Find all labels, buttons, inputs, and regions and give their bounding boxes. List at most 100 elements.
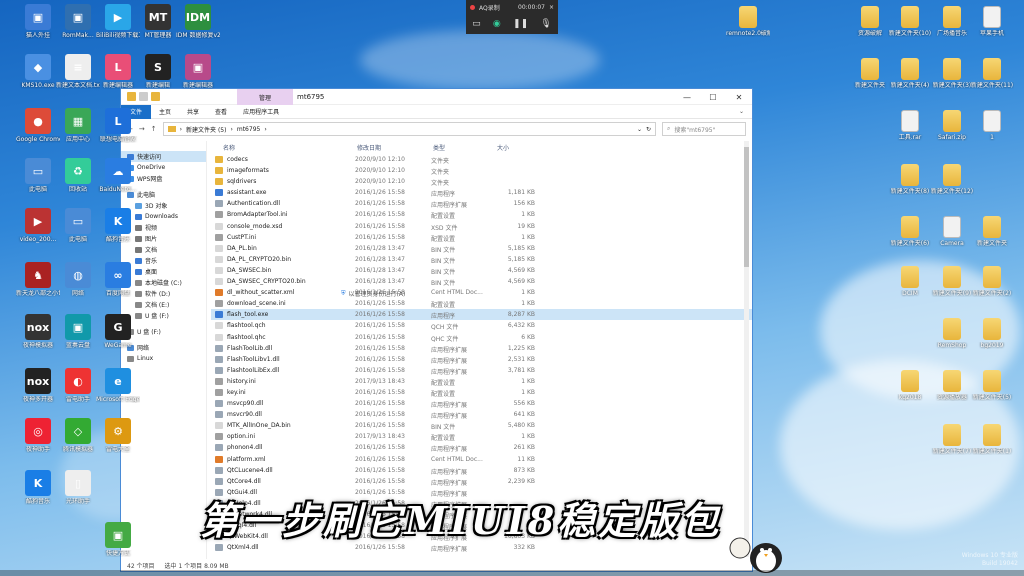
scrollbar-thumb[interactable]	[744, 147, 749, 267]
maximize-icon[interactable]: ☐	[700, 89, 726, 105]
file-row[interactable]: history.ini 2017/9/13 18:43 配置设置 1 KB	[211, 376, 752, 387]
breadcrumb-current[interactable]: mt6795	[237, 126, 260, 133]
desktop-icon[interactable]: 新建文件夹	[970, 216, 1014, 247]
desktop-icon[interactable]: ▶ video_200...	[16, 208, 60, 243]
desktop-icon[interactable]: ▣ 猫人外挂	[16, 4, 60, 39]
file-row[interactable]: flash_tool.exe 2016/1/26 15:58 应用程序 8,287 K…	[211, 309, 752, 321]
desktop-icon[interactable]: ▭ 此电脑	[16, 158, 60, 193]
desktop-icon[interactable]: DCIM	[888, 266, 932, 297]
tab-share[interactable]: 共享	[179, 107, 207, 116]
desktop-icon[interactable]: ∞ 百度网盘	[96, 262, 140, 297]
desktop-icon[interactable]: bg2019	[970, 318, 1014, 349]
column-date[interactable]: 修改日期	[357, 143, 381, 152]
dropdown-icon[interactable]: ⌄	[637, 126, 642, 133]
close-icon[interactable]: ✕	[726, 89, 752, 105]
desktop-icon[interactable]: K 酷狗音乐	[96, 208, 140, 243]
file-row[interactable]: key.ini 2016/1/26 15:58 配置设置 1 KB	[211, 387, 752, 398]
tab-home[interactable]: 主页	[151, 107, 179, 116]
desktop-icon[interactable]: 新建文件夹(6)	[888, 216, 932, 247]
manage-tab[interactable]: 管理	[237, 89, 293, 105]
desktop-icon[interactable]: ◎ 夜神助手	[16, 418, 60, 453]
desktop-icon[interactable]: Safari.zip	[930, 110, 974, 141]
file-row[interactable]: DA_PL.bin 2016/1/28 13:47 BIN 文件 5,185 KB	[211, 243, 752, 254]
file-row[interactable]: flashtool.qhc 2016/1/26 15:58 QHC 文件 6 KB	[211, 332, 752, 343]
run-as-admin-label[interactable]: 以管理员身份运行(A)	[349, 289, 406, 298]
desktop-icon[interactable]: RemShop	[930, 318, 974, 349]
file-row[interactable]: MTK_AllInOne_DA.bin 2016/1/26 15:58 BIN 文件…	[211, 420, 752, 431]
file-row[interactable]: assistant.exe 2016/1/26 15:58 应用程序 1,181 KB	[211, 187, 752, 198]
desktop-icon[interactable]: 资源播放器	[930, 370, 974, 401]
column-size[interactable]: 大小	[497, 143, 533, 152]
file-row[interactable]: imageformats 2020/9/10 12:10 文件夹	[211, 165, 752, 176]
desktop-icon[interactable]: L 新建编辑器	[96, 54, 140, 89]
nav-item[interactable]: Linux	[121, 353, 206, 364]
desktop-icon[interactable]: 广场播音乐	[930, 6, 974, 37]
file-row[interactable]: QtCLucene4.dll 2016/1/26 15:58 应用程序扩展 873 K…	[211, 465, 752, 476]
file-row[interactable]: dl_without_scatter.xml 2016/1/26 15:58 Cen…	[211, 287, 752, 298]
breadcrumb-parent[interactable]: 新建文件夹 (5)	[186, 125, 226, 134]
desktop-icon[interactable]: ≡ 新建文本文档.txt	[56, 54, 100, 89]
desktop-icon[interactable]: ● Google Chrome	[16, 108, 60, 143]
address-bar[interactable]: › 新建文件夹 (5) › mt6795 › ⌄ ↻	[162, 122, 656, 136]
desktop-icon[interactable]: ◇ 腾讯模拟器	[56, 418, 100, 453]
desktop-icon[interactable]: 新建文件夹(8)	[888, 164, 932, 195]
desktop-icon[interactable]: 工具.rar	[888, 110, 932, 141]
desktop-icon[interactable]: 新建文件夹(7)	[930, 424, 974, 455]
desktop-icon[interactable]: MT MT管理器	[136, 4, 180, 39]
column-type[interactable]: 类型	[433, 143, 445, 152]
recorder-screen-icon[interactable]: ▭	[472, 19, 481, 29]
desktop-icon[interactable]: ▯ 光环助手	[56, 470, 100, 505]
desktop-icon[interactable]: 新建文件夹(1)	[970, 424, 1014, 455]
tab-app-tools[interactable]: 应用程序工具	[235, 107, 287, 116]
file-row[interactable]: FlashToolLib.dll 2016/1/26 15:58 应用程序扩展 1,2…	[211, 343, 752, 354]
desktop-icon[interactable]: ▣ RomMak...	[56, 4, 100, 39]
desktop-icon[interactable]: 苹果手机	[970, 6, 1014, 37]
file-row[interactable]: DA_SWSEC_CRYPTO20.bin 2016/1/28 13:47 BIN …	[211, 276, 752, 287]
recorder-close-icon[interactable]: ×	[549, 4, 554, 11]
desktop-icon[interactable]: ♞ 新天龙八部之小世界模拟器	[16, 262, 60, 297]
desktop-icon[interactable]: 1	[970, 110, 1014, 141]
folder-icon[interactable]	[127, 92, 136, 101]
refresh-icon[interactable]: ↻	[646, 126, 651, 133]
file-row[interactable]: sqldrivers 2020/9/10 12:10 文件夹	[211, 176, 752, 187]
desktop-icon[interactable]: 新建文件夹(9)	[930, 266, 974, 297]
microphone-icon[interactable]: 🎙	[540, 19, 551, 29]
tab-view[interactable]: 查看	[207, 107, 235, 116]
chevron-down-icon[interactable]: ⌄	[731, 108, 752, 115]
desktop-icon[interactable]: ◆ KMS10.exe	[16, 54, 60, 89]
desktop-icon[interactable]: Camera	[930, 216, 974, 247]
new-folder-icon[interactable]	[151, 92, 160, 101]
desktop-icon[interactable]: 资源破解	[848, 6, 892, 37]
desktop-icon[interactable]: 新建文件夹(3)	[930, 58, 974, 89]
desktop-icon[interactable]: ▭ 此电脑	[56, 208, 100, 243]
desktop-icon[interactable]: ▣ 新建编辑器	[176, 54, 220, 89]
desktop-icon[interactable]: 新建文件夹(5)	[970, 370, 1014, 401]
desktop-icon[interactable]: K 酷狗音乐	[16, 470, 60, 505]
desktop-icon[interactable]: 新建文件夹(4)	[888, 58, 932, 89]
file-row[interactable]: option.ini 2017/9/13 18:43 配置设置 1 KB	[211, 431, 752, 442]
search-input[interactable]: ⌕ 搜索"mt6795"	[662, 122, 746, 136]
file-row[interactable]: msvcp90.dll 2016/1/26 15:58 应用程序扩展 556 KB	[211, 398, 752, 409]
desktop-icon[interactable]: G WeGame	[96, 314, 140, 349]
desktop-icon[interactable]: remnote2.0破解	[726, 6, 770, 37]
file-row[interactable]: download_scene.ini 2016/1/26 15:58 配置设置 1 K…	[211, 298, 752, 309]
file-row[interactable]: platform.xml 2016/1/26 15:58 Cent HTML Doc…	[211, 454, 752, 465]
nav-item[interactable]: 文档 (E:)	[121, 299, 206, 310]
desktop-icon[interactable]: ▣ 蓝奏云盘	[56, 314, 100, 349]
up-icon[interactable]: ↑	[151, 125, 157, 133]
column-name[interactable]: 名称	[223, 143, 235, 152]
pause-icon[interactable]: ❚❚	[513, 19, 528, 29]
file-row[interactable]: DA_SWSEC.bin 2016/1/28 13:47 BIN 文件 4,569 K…	[211, 265, 752, 276]
scrollbar[interactable]	[744, 141, 749, 557]
minimize-icon[interactable]: —	[674, 89, 700, 105]
file-row[interactable]: Authentication.dll 2016/1/26 15:58 应用程序扩展 1…	[211, 198, 752, 209]
file-row[interactable]: CustPT.ini 2016/1/26 15:58 配置设置 1 KB	[211, 232, 752, 243]
desktop-icon[interactable]: nox 夜神多开器	[16, 368, 60, 403]
desktop-icon[interactable]: 新建文件夹	[848, 58, 892, 89]
desktop-icon[interactable]: nox 夜神模拟器	[16, 314, 60, 349]
desktop-icon[interactable]: ◍ 网络	[56, 262, 100, 297]
desktop-icon[interactable]: e Microsoft Edge	[96, 368, 140, 403]
desktop-icon[interactable]: ☁ BaiduNetd...	[96, 158, 140, 193]
desktop-icon[interactable]: IDM IDM 数据修复v2.0破...	[176, 4, 220, 39]
properties-icon[interactable]	[139, 92, 148, 101]
